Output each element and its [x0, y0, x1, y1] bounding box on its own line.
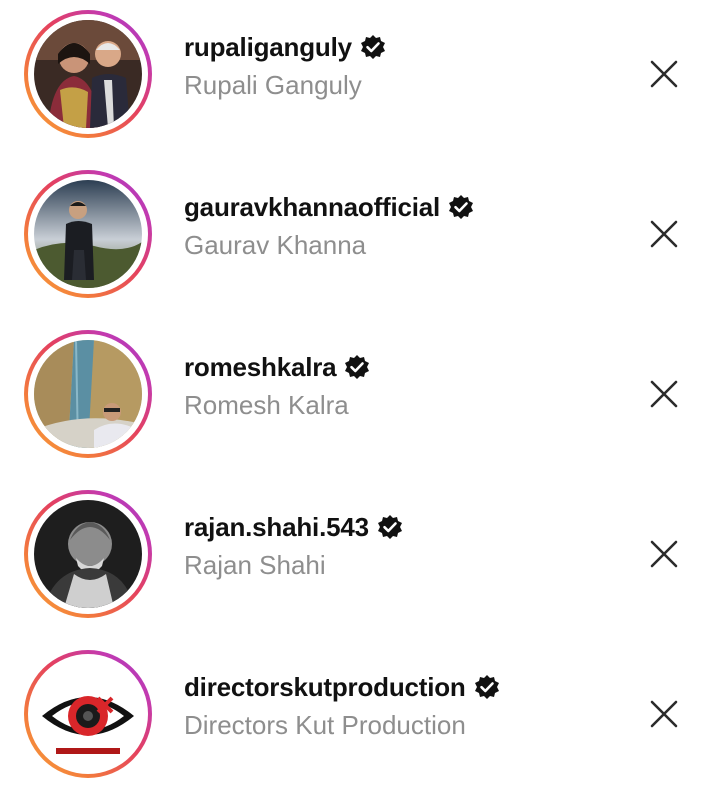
close-icon[interactable]: [648, 538, 680, 570]
verified-badge-icon: [474, 675, 499, 699]
story-ring[interactable]: [24, 650, 152, 778]
story-ring[interactable]: [24, 170, 152, 298]
verified-badge-icon: [449, 195, 474, 219]
story-ring[interactable]: [24, 330, 152, 458]
list-item[interactable]: rajan.shahi.543 Rajan Shahi: [0, 480, 719, 640]
close-icon[interactable]: [648, 378, 680, 410]
close-icon[interactable]: [648, 218, 680, 250]
avatar[interactable]: [34, 660, 142, 768]
list-item[interactable]: romeshkalra Romesh Kalra: [0, 320, 719, 480]
username[interactable]: gauravkhannaofficial: [184, 192, 440, 223]
full-name: Gaurav Khanna: [184, 230, 367, 260]
username[interactable]: romeshkalra: [184, 352, 337, 383]
username[interactable]: rajan.shahi.543: [184, 512, 369, 543]
story-ring[interactable]: [24, 10, 152, 138]
avatar[interactable]: [34, 180, 142, 288]
list-item[interactable]: gauravkhannaofficial Gaurav Khanna: [0, 160, 719, 320]
story-ring[interactable]: [24, 490, 152, 618]
username[interactable]: directorskutproduction: [184, 672, 466, 703]
full-name: Directors Kut Production: [184, 710, 466, 740]
close-icon[interactable]: [648, 58, 680, 90]
verified-badge-icon: [377, 515, 402, 539]
username[interactable]: rupaliganguly: [184, 32, 352, 63]
avatar[interactable]: [34, 340, 142, 448]
verified-badge-icon: [360, 35, 385, 59]
avatar[interactable]: [34, 20, 142, 128]
full-name: Rajan Shahi: [184, 550, 326, 580]
full-name: Rupali Ganguly: [184, 70, 362, 100]
verified-badge-icon: [345, 355, 370, 379]
avatar[interactable]: [34, 500, 142, 608]
full-name: Romesh Kalra: [184, 390, 349, 420]
list-item[interactable]: directorskutproduction Directors Kut Pro…: [0, 640, 719, 800]
list-item[interactable]: rupaliganguly Rupali Ganguly: [0, 0, 719, 160]
close-icon[interactable]: [648, 698, 680, 730]
